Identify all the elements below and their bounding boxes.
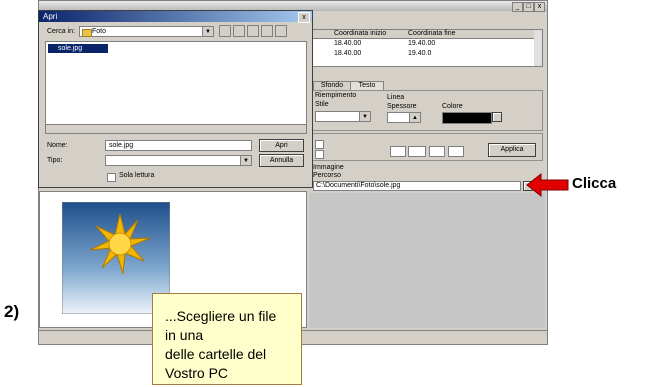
style-label: Stile [315,101,329,108]
step-number: 2) [4,302,20,321]
chevron-down-icon: ▼ [359,112,370,121]
color-dropdown-button[interactable] [492,112,502,122]
callout-line: delle cartelle del Vostro PC [165,346,267,381]
callout-line: ...Scegliere un file in una [165,308,277,343]
folder-icon [82,29,92,37]
open-file-dialog: Apri x Cerca in: Foto ▼ sole.jpg Nome: s… [38,10,313,188]
checkbox[interactable] [315,140,324,149]
callout-note: ...Scegliere un file in una delle cartel… [152,293,302,385]
file-list[interactable]: sole.jpg [45,41,307,134]
look-in-value: Foto [92,28,107,35]
table-cell: 19.40.00 [408,40,436,47]
table-cell: 19.40.0 [408,50,432,57]
dialog-title-bar: Apri x [39,11,312,23]
color-swatch[interactable] [442,112,492,124]
style-dropdown[interactable]: ▼ [315,111,371,122]
table-row[interactable]: 18.40.00 19.40.0 [312,50,542,59]
path-label: Percorso [313,172,342,179]
coord-field[interactable] [429,146,445,157]
tab-sfondo[interactable]: Sfondo [313,81,351,90]
apply-button[interactable]: Applica [488,143,536,157]
new-folder-icon[interactable] [247,25,259,37]
column-header[interactable]: Coordinata fine [408,30,455,37]
table-header: Coordinata inizio Coordinata fine [312,30,542,39]
fill-label: Riempimento [315,92,357,99]
table-row[interactable]: 18.40.00 19.40.00 [312,40,542,49]
filename-label: Nome: [47,142,68,149]
view-menu-icon[interactable] [261,25,273,37]
horizontal-scrollbar[interactable] [46,124,306,133]
time-table: Coordinata inizio Coordinata fine 18.40.… [311,29,543,67]
details-icon[interactable] [275,25,287,37]
clicca-label: Clicca [572,175,617,192]
table-cell: 18.40.00 [334,40,362,47]
maximize-button[interactable]: □ [523,2,534,12]
coord-field[interactable] [448,146,464,157]
chevron-down-icon: ▼ [240,156,251,165]
coord-field[interactable] [390,146,406,157]
app-close-button[interactable]: x [534,2,545,12]
right-gray-area [309,193,545,328]
filetype-label: Tipo: [47,157,63,164]
minimize-button[interactable]: _ [512,2,523,12]
color-label: Colore [442,103,463,110]
back-icon[interactable] [219,25,231,37]
thickness-stepper[interactable]: ▲ [387,112,421,123]
dialog-title: Apri [43,12,58,21]
thickness-label: Spessore [387,103,417,110]
chevron-down-icon: ▼ [202,27,213,36]
checkbox[interactable] [315,150,324,159]
image-path-field[interactable]: C:\Documenti\Foto\sole.jpg [313,181,521,191]
red-arrow-icon [526,172,569,198]
position-group: Applica [311,133,543,161]
dialog-close-button[interactable]: x [298,12,310,23]
filename-input[interactable]: sole.jpg [105,140,252,151]
up-folder-icon[interactable] [233,25,245,37]
look-in-dropdown[interactable]: Foto ▼ [79,26,214,37]
coord-field[interactable] [408,146,426,157]
spin-icon: ▲ [409,113,420,122]
cancel-button[interactable]: Annulla [259,154,304,167]
image-label: Immagine [313,164,344,171]
file-item-selected[interactable]: sole.jpg [48,44,108,53]
fill-group: Riempimento Stile ▼ Linea Spessore ▲ Col… [311,90,543,131]
line-label: Linea [387,94,405,101]
open-button[interactable]: Apri [259,139,304,152]
readonly-label: Sola lettura [119,172,155,179]
look-in-label: Cerca in: [47,28,76,35]
readonly-checkbox[interactable] [107,173,116,182]
filetype-dropdown[interactable]: ▼ [105,155,252,166]
table-scrollbar[interactable] [534,30,542,66]
column-header[interactable]: Coordinata inizio [334,30,386,37]
table-cell: 18.40.00 [334,50,362,57]
